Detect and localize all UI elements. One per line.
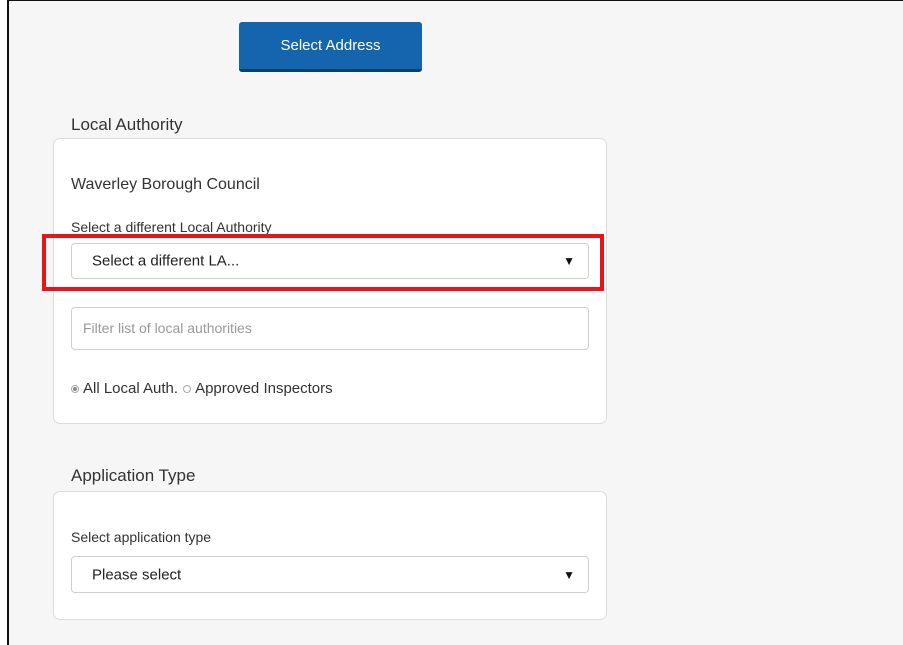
approved-inspectors-radio[interactable] [183, 384, 192, 393]
application-type-select-value: Please select [92, 566, 182, 583]
highlight-box [42, 234, 604, 291]
application-type-title: Application Type [71, 466, 196, 485]
authority-type-radios: All Local Auth. Approved Inspectors [71, 380, 338, 397]
different-la-label: Select a different Local Authority [71, 219, 272, 235]
caret-down-icon: ▼ [563, 567, 575, 582]
all-local-auth-label[interactable]: All Local Auth. [83, 380, 178, 397]
all-local-auth-radio[interactable] [71, 384, 79, 393]
approved-inspectors-label[interactable]: Approved Inspectors [195, 380, 333, 397]
select-address-button[interactable]: Select Address [239, 22, 422, 72]
application-type-select[interactable]: Please select ▼ [71, 556, 589, 593]
current-local-authority: Waverley Borough Council [71, 176, 260, 193]
local-authority-title: Local Authority [71, 115, 183, 134]
application-type-label: Select application type [71, 529, 212, 545]
filter-local-authorities-input[interactable]: Filter list of local authorities [71, 307, 589, 350]
